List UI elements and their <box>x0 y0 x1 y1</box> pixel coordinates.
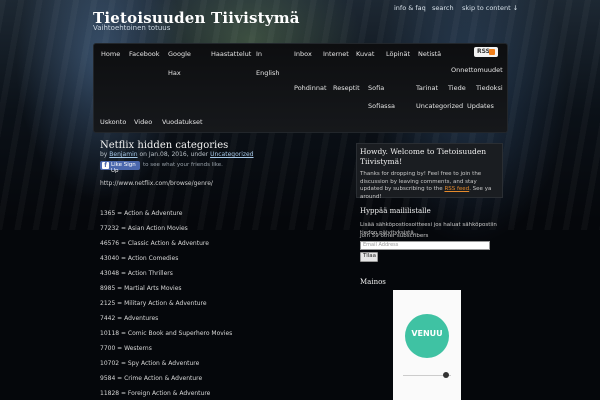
like-signup-label: Like Sign Up <box>111 162 136 174</box>
nav-item-pohdinnat[interactable]: Pohdinnat <box>294 84 327 92</box>
nav-item-uskonto[interactable]: Uskonto <box>100 118 126 126</box>
nav-item-uncategorized[interactable]: Uncategorized <box>416 102 463 110</box>
genre-item: 11828 = Foreign Action & Adventure <box>100 390 211 397</box>
email-input[interactable]: Email Address <box>360 241 490 250</box>
advertisement-banner[interactable]: VENUU <box>393 290 461 400</box>
genre-item: 46576 = Classic Action & Adventure <box>100 240 209 247</box>
genre-item: 8985 = Martial Arts Movies <box>100 285 182 292</box>
post-meta-date: on Jan.08, 2016, under <box>139 151 209 158</box>
nav-item-inbox[interactable]: Inbox <box>294 50 312 58</box>
subscriber-count: Join 59 other subscribers <box>360 233 429 239</box>
genre-item: 7700 = Westerns <box>100 345 152 352</box>
facebook-icon: f <box>102 162 109 169</box>
post-author-link[interactable]: Benjamin <box>109 151 137 158</box>
top-links: info & faq search skip to content ↓ <box>370 4 600 16</box>
nav-item-tarinat[interactable]: Tarinat <box>416 84 438 92</box>
welcome-box: Howdy. Welcome to Tietoisuuden Tiivistym… <box>356 143 503 200</box>
facebook-like-button[interactable]: f Like Sign Up <box>100 161 140 174</box>
like-description: to see what your friends like. <box>143 162 223 168</box>
nav-item-reseptit[interactable]: Reseptit <box>333 84 360 92</box>
top-link-info-faq[interactable]: info & faq <box>394 4 426 12</box>
genre-item: 77232 = Asian Action Movies <box>100 225 188 232</box>
nav-item-home[interactable]: Home <box>101 50 120 58</box>
welcome-text: Thanks for dropping by! Feel free to joi… <box>360 171 492 200</box>
rss-icon <box>489 49 495 55</box>
nav-second-row: Uskonto Video Vuodatukset <box>100 118 300 130</box>
genre-item: 9584 = Crime Action & Adventure <box>100 375 203 382</box>
venuu-logo: VENUU <box>405 314 449 358</box>
welcome-title: Howdy. Welcome to Tietoisuuden Tiivistym… <box>360 147 487 166</box>
subscribe-button[interactable]: Tilaa <box>360 252 378 262</box>
nav-item-video[interactable]: Video <box>134 118 152 126</box>
nav-item-tiede[interactable]: Tiede <box>448 84 466 92</box>
nav-item-lopinat[interactable]: Löpinät <box>386 50 410 58</box>
post-title[interactable]: Netflix hidden categories <box>100 140 228 151</box>
genre-item: 10702 = Spy Action & Adventure <box>100 360 200 367</box>
rss-button[interactable]: RSS <box>474 47 498 57</box>
genre-item: 10118 = Comic Book and Superhero Movies <box>100 330 233 337</box>
post-meta: by Benjamin on Jan.08, 2016, under Uncat… <box>100 151 254 158</box>
nav-item-onnettomuudet[interactable]: Onnettomuudet <box>451 66 503 74</box>
genre-item: 1365 = Action & Adventure <box>100 210 183 217</box>
ads-title: Mainos <box>360 278 386 286</box>
nav-item-hax[interactable]: Hax <box>168 69 181 77</box>
nav-item-google[interactable]: Google <box>168 50 191 58</box>
nav-item-facebook[interactable]: Facebook <box>129 50 160 58</box>
genre-item: 43040 = Action Comedies <box>100 255 179 262</box>
top-link-search[interactable]: search <box>432 4 454 12</box>
top-link-skip-to-content[interactable]: skip to content ↓ <box>462 4 518 12</box>
email-placeholder: Email Address <box>363 242 399 248</box>
nav-item-vuodatukset[interactable]: Vuodatukset <box>162 118 203 126</box>
nav-item-sofia[interactable]: Sofia <box>368 84 384 92</box>
nav-item-english[interactable]: English <box>256 69 279 77</box>
site-tagline: Vaihtoehtoinen totuus <box>93 24 171 32</box>
nav-item-netista[interactable]: Netistä <box>418 50 441 58</box>
ad-decoration-dot <box>443 372 449 378</box>
nav-item-kuvat[interactable]: Kuvat <box>356 50 374 58</box>
subscribe-button-label: Tilaa <box>363 253 376 259</box>
post-meta-by: by <box>100 151 108 158</box>
post-category-link[interactable]: Uncategorized <box>210 151 253 158</box>
nav-item-in[interactable]: In <box>256 50 262 58</box>
genre-item: 7442 = Adventures <box>100 315 159 322</box>
nav-item-haastattelut[interactable]: Haastattelut <box>211 50 251 58</box>
nav-item-updates[interactable]: Updates <box>467 102 494 110</box>
genre-item: 2125 = Military Action & Adventure <box>100 300 207 307</box>
genre-item: 43048 = Action Thrillers <box>100 270 173 277</box>
nav-item-tiedoksi[interactable]: Tiedoksi <box>476 84 503 92</box>
mailing-list-title: Hyppää maililistalle <box>360 207 431 215</box>
nav-item-internet[interactable]: Internet <box>323 50 349 58</box>
post-url: http://www.netflix.com/browse/genre/ <box>100 180 213 187</box>
welcome-rss-link[interactable]: RSS feed <box>444 186 469 192</box>
nav-item-sofiassa[interactable]: Sofiassa <box>368 102 395 110</box>
